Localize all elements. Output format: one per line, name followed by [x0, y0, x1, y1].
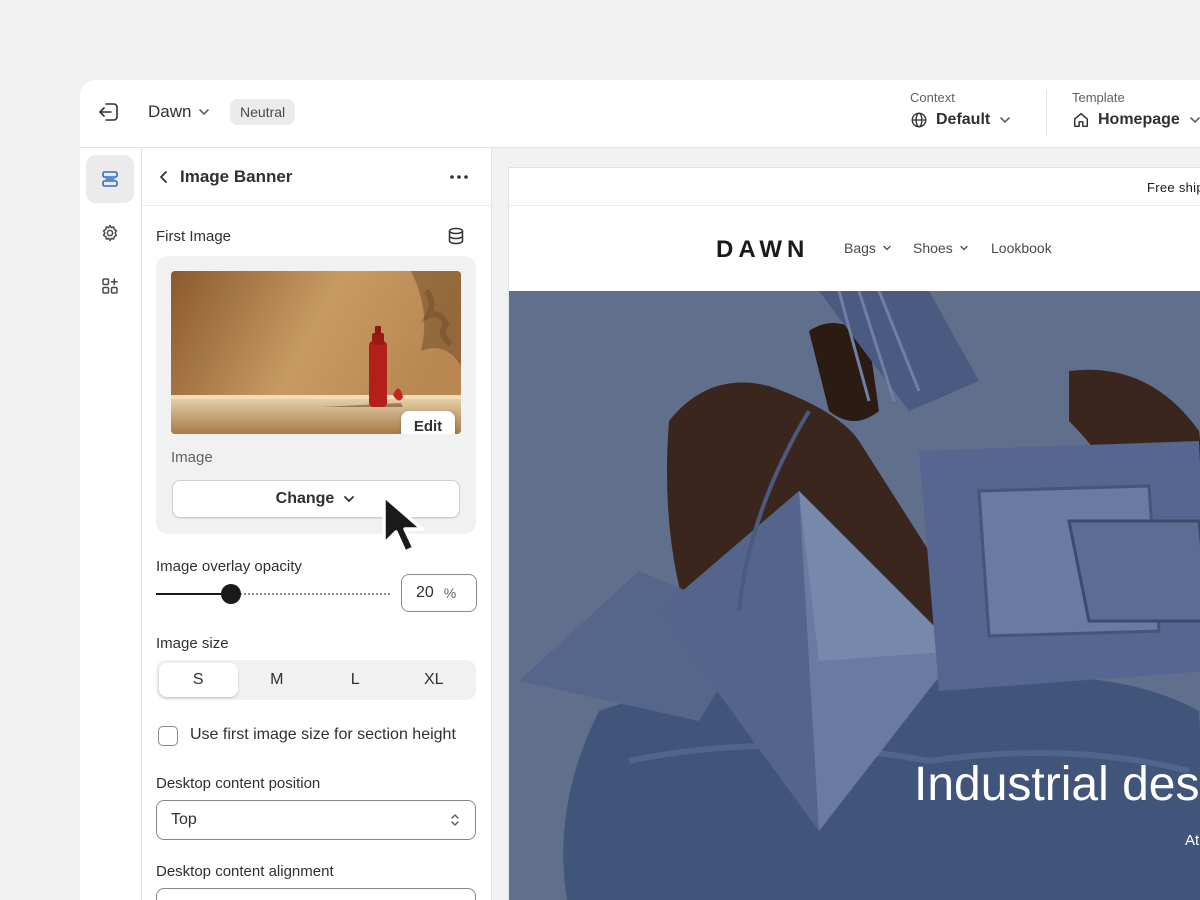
- image-size-segmented-control: S M L XL: [156, 660, 476, 700]
- slider-fill: [156, 593, 231, 595]
- overlay-value: 20: [416, 584, 434, 601]
- overlay-opacity-input[interactable]: 20 %: [401, 574, 477, 612]
- nav-label: Bags: [844, 240, 876, 256]
- image-size-xl[interactable]: XL: [395, 663, 474, 697]
- nav-lookbook[interactable]: Lookbook: [991, 240, 1052, 256]
- template-value: Homepage: [1098, 111, 1180, 128]
- nav-label: Shoes: [913, 240, 953, 256]
- context-selector[interactable]: Context Default: [910, 90, 1012, 129]
- chevron-down-icon: [1000, 117, 1011, 124]
- gear-icon: [102, 224, 118, 242]
- context-label: Context: [910, 90, 955, 105]
- store-header: DAWN Bags Shoes Lookbook: [509, 206, 1200, 291]
- desktop-position-value: Top: [171, 811, 197, 828]
- rail-apps-button[interactable]: [86, 262, 134, 310]
- announcement-bar: Free ship: [509, 168, 1200, 206]
- more-options-icon[interactable]: [448, 167, 470, 187]
- select-arrows-icon: [451, 814, 459, 826]
- back-arrow-icon[interactable]: [154, 167, 174, 187]
- overlay-unit: %: [443, 585, 457, 601]
- announcement-text: Free ship: [1147, 180, 1200, 195]
- panel-header: Image Banner: [142, 148, 491, 206]
- mouse-pointer-icon: [382, 494, 424, 554]
- home-icon: [1073, 112, 1089, 128]
- slider-thumb[interactable]: [221, 584, 241, 604]
- template-selector[interactable]: Template Homepage: [1072, 90, 1200, 129]
- image-size-label: Image size: [156, 635, 229, 652]
- image-size-m[interactable]: M: [238, 663, 317, 697]
- desktop-position-select[interactable]: Top: [156, 800, 476, 840]
- theme-selector[interactable]: Dawn: [148, 102, 211, 122]
- template-label: Template: [1072, 90, 1125, 105]
- hero-title: Industrial des: [914, 758, 1200, 811]
- storefront: Free ship DAWN Bags Shoes Lookbook Indus…: [508, 167, 1200, 900]
- database-icon[interactable]: [446, 226, 466, 246]
- section-height-checkbox-label: Use first image size for section height: [190, 726, 456, 743]
- theme-badge: Neutral: [230, 99, 296, 125]
- sections-icon: [102, 171, 118, 187]
- chevron-down-icon: [1189, 117, 1200, 124]
- overlay-opacity-label: Image overlay opacity: [156, 558, 302, 575]
- desktop-position-label: Desktop content position: [156, 775, 321, 792]
- section-settings-panel: Image Banner First Image Edit Image Chan…: [142, 148, 492, 900]
- apps-icon: [102, 278, 118, 294]
- icon-rail: [80, 148, 142, 900]
- exit-icon[interactable]: [97, 100, 121, 124]
- desktop-alignment-label: Desktop content alignment: [156, 863, 334, 880]
- nav-shoes[interactable]: Shoes: [913, 240, 969, 256]
- store-preview: Free ship DAWN Bags Shoes Lookbook Indus…: [492, 148, 1200, 900]
- bottle-photo: [171, 271, 461, 434]
- rail-settings-button[interactable]: [86, 209, 134, 257]
- theme-name: Dawn: [148, 102, 192, 121]
- image-size-s[interactable]: S: [159, 663, 238, 697]
- chevron-down-icon: [344, 496, 355, 503]
- globe-icon: [911, 112, 927, 128]
- chevron-down-icon: [199, 109, 210, 116]
- chevron-down-icon: [960, 245, 968, 251]
- first-image-label: First Image: [156, 228, 232, 245]
- image-sub-label: Image: [171, 449, 213, 466]
- chevron-down-icon: [883, 245, 891, 251]
- hero-image-banner: Industrial des At: [509, 291, 1200, 900]
- slider-track: [231, 593, 390, 595]
- store-logo[interactable]: DAWN: [716, 236, 809, 264]
- image-thumbnail[interactable]: Edit: [171, 271, 461, 434]
- edit-image-button[interactable]: Edit: [401, 411, 455, 434]
- context-value: Default: [936, 111, 991, 128]
- divider: [1046, 90, 1047, 136]
- desktop-alignment-select[interactable]: [156, 888, 476, 900]
- nav-bags[interactable]: Bags: [844, 240, 892, 256]
- hero-subtitle: At: [1185, 832, 1200, 849]
- panel-title: Image Banner: [180, 167, 293, 186]
- image-size-l[interactable]: L: [316, 663, 395, 697]
- top-bar: Dawn Neutral Context Default Template Ho…: [80, 80, 1200, 148]
- overlay-opacity-slider[interactable]: [156, 584, 390, 604]
- theme-editor-window: Dawn Neutral Context Default Template Ho…: [80, 80, 1200, 900]
- rail-sections-button[interactable]: [86, 155, 134, 203]
- section-height-checkbox[interactable]: [158, 726, 178, 746]
- nav-label: Lookbook: [991, 240, 1052, 256]
- change-label: Change: [275, 490, 335, 507]
